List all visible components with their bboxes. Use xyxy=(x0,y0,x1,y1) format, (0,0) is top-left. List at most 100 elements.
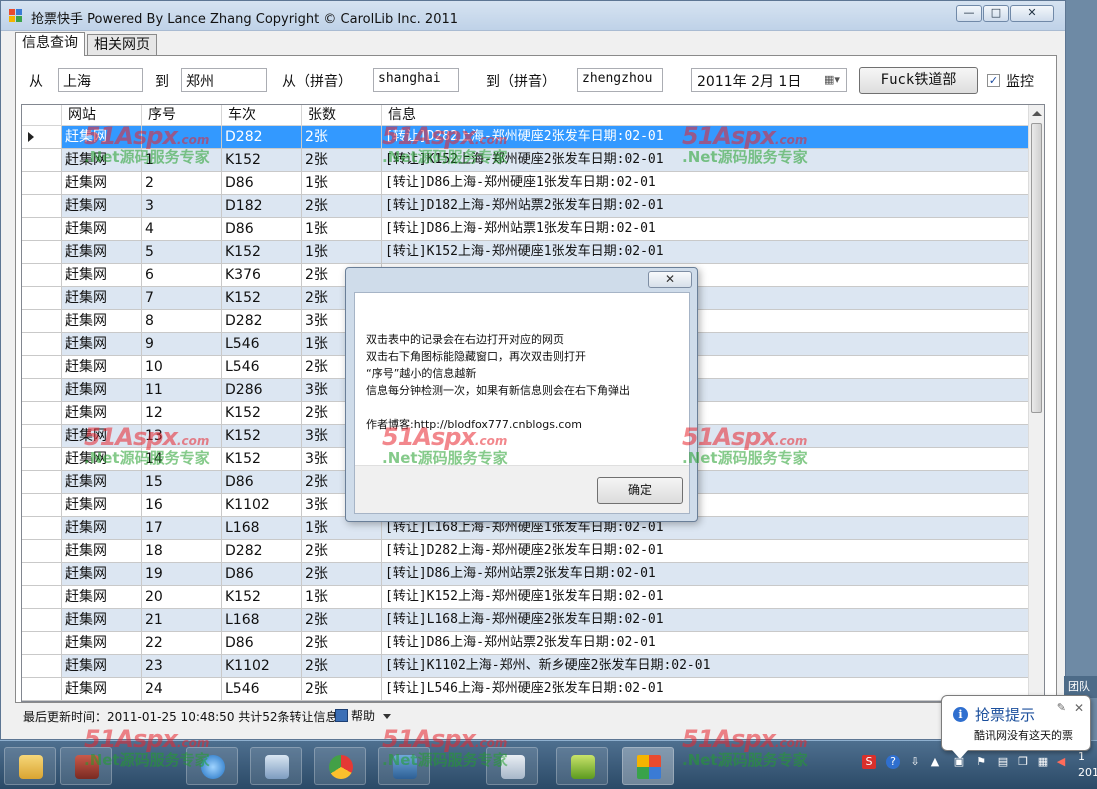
cell-site[interactable]: 赶集网 xyxy=(62,264,142,287)
cell-site[interactable]: 赶集网 xyxy=(62,195,142,218)
cell-info[interactable]: [转让]L168上海-郑州硬座2张发车日期:02-01 xyxy=(382,609,1029,632)
table-row[interactable]: 赶集网 2 D86 1张 [转让]D86上海-郑州硬座1张发车日期:02-01 xyxy=(22,172,1029,195)
cell-seq[interactable]: 9 xyxy=(142,333,222,356)
taskbar-clock[interactable]: 1 201 xyxy=(1078,749,1097,781)
cell-seq[interactable]: 3 xyxy=(142,195,222,218)
row-header[interactable] xyxy=(22,540,62,563)
table-row[interactable]: 赶集网 4 D86 1张 [转让]D86上海-郑州站票1张发车日期:02-01 xyxy=(22,218,1029,241)
row-header[interactable] xyxy=(22,356,62,379)
help-dropdown[interactable]: 帮助 xyxy=(335,707,392,724)
cell-seq[interactable]: 12 xyxy=(142,402,222,425)
dialog-close-button[interactable]: ✕ xyxy=(648,271,692,288)
cell-site[interactable]: 赶集网 xyxy=(62,586,142,609)
row-header[interactable] xyxy=(22,149,62,172)
table-row[interactable]: 赶集网 22 D86 2张 [转让]D86上海-郑州站票2张发车日期:02-01 xyxy=(22,632,1029,655)
cell-train[interactable]: L168 xyxy=(222,517,302,540)
cell-count[interactable]: 2张 xyxy=(302,540,382,563)
cell-site[interactable]: 赶集网 xyxy=(62,678,142,701)
table-row[interactable]: 赶集网 19 D86 2张 [转让]D86上海-郑州站票2张发车日期:02-01 xyxy=(22,563,1029,586)
cell-count[interactable]: 2张 xyxy=(302,632,382,655)
balloon-close-icon[interactable]: ✕ xyxy=(1074,701,1084,715)
cell-seq[interactable]: 4 xyxy=(142,218,222,241)
cell-site[interactable]: 赶集网 xyxy=(62,540,142,563)
cell-info[interactable]: [转让]K152上海-郑州硬座1张发车日期:02-01 xyxy=(382,241,1029,264)
row-header[interactable] xyxy=(22,655,62,678)
cell-site[interactable]: 赶集网 xyxy=(62,356,142,379)
maximize-button[interactable]: □ xyxy=(983,5,1009,22)
cell-count[interactable]: 2张 xyxy=(302,563,382,586)
taskbar-app-8[interactable] xyxy=(556,747,608,785)
cell-train[interactable]: K152 xyxy=(222,448,302,471)
row-header[interactable] xyxy=(22,632,62,655)
cell-train[interactable]: K152 xyxy=(222,402,302,425)
cell-site[interactable]: 赶集网 xyxy=(62,333,142,356)
title-bar[interactable]: 抢票快手 Powered By Lance Zhang Copyright © … xyxy=(1,1,1065,31)
cell-seq[interactable]: 16 xyxy=(142,494,222,517)
cell-count[interactable]: 2张 xyxy=(302,655,382,678)
row-header[interactable] xyxy=(22,494,62,517)
cell-info[interactable]: [转让]D86上海-郑州站票2张发车日期:02-01 xyxy=(382,563,1029,586)
cell-seq[interactable]: 22 xyxy=(142,632,222,655)
cell-seq[interactable]: 11 xyxy=(142,379,222,402)
taskbar-chrome[interactable] xyxy=(314,747,366,785)
cell-info[interactable]: [转让]D86上海-郑州硬座1张发车日期:02-01 xyxy=(382,172,1029,195)
date-picker[interactable]: 2011年 2月 1日 ▦▾ xyxy=(691,68,847,92)
cell-seq[interactable]: 18 xyxy=(142,540,222,563)
cell-train[interactable]: L546 xyxy=(222,356,302,379)
cell-info[interactable]: [转让]K152上海-郑州硬座2张发车日期:02-01 xyxy=(382,149,1029,172)
cell-train[interactable]: L546 xyxy=(222,333,302,356)
row-header[interactable] xyxy=(22,402,62,425)
cell-train[interactable]: K376 xyxy=(222,264,302,287)
close-button[interactable]: ✕ xyxy=(1010,5,1054,22)
cell-seq[interactable]: 17 xyxy=(142,517,222,540)
row-header[interactable] xyxy=(22,678,62,701)
tray-help-icon[interactable]: ? xyxy=(886,755,900,769)
table-row[interactable]: 赶集网 5 K152 1张 [转让]K152上海-郑州硬座1张发车日期:02-01 xyxy=(22,241,1029,264)
cell-seq[interactable]: 7 xyxy=(142,287,222,310)
cell-site[interactable]: 赶集网 xyxy=(62,287,142,310)
cell-seq[interactable]: 6 xyxy=(142,264,222,287)
row-header[interactable] xyxy=(22,586,62,609)
cell-info[interactable]: [转让]D86上海-郑州站票1张发车日期:02-01 xyxy=(382,218,1029,241)
notification-balloon[interactable]: i 抢票提示 ✎ ✕ 酷讯网没有这天的票 xyxy=(941,695,1091,759)
table-row[interactable]: 赶集网 D282 2张 [转让]D282上海-郑州硬座2张发车日期:02-01 xyxy=(22,126,1029,149)
row-header[interactable] xyxy=(22,126,62,149)
cell-count[interactable]: 1张 xyxy=(302,241,382,264)
taskbar-explorer[interactable] xyxy=(4,747,56,785)
tray-network-icon[interactable]: ▦ xyxy=(1036,755,1050,769)
row-header[interactable] xyxy=(22,448,62,471)
cell-train[interactable]: D282 xyxy=(222,126,302,149)
row-header[interactable] xyxy=(22,517,62,540)
cell-train[interactable]: D86 xyxy=(222,632,302,655)
scroll-up-icon[interactable] xyxy=(1032,111,1042,116)
cell-site[interactable]: 赶集网 xyxy=(62,149,142,172)
tray-device-icon[interactable]: ▤ xyxy=(996,755,1010,769)
cell-count[interactable]: 2张 xyxy=(302,149,382,172)
scroll-thumb[interactable] xyxy=(1031,123,1042,413)
cell-seq[interactable]: 23 xyxy=(142,655,222,678)
row-header[interactable] xyxy=(22,563,62,586)
row-header[interactable] xyxy=(22,172,62,195)
cell-count[interactable]: 2张 xyxy=(302,195,382,218)
cell-info[interactable]: [转让]D282上海-郑州硬座2张发车日期:02-01 xyxy=(382,540,1029,563)
cell-seq[interactable]: 20 xyxy=(142,586,222,609)
cell-info[interactable]: [转让]D282上海-郑州硬座2张发车日期:02-01 xyxy=(382,126,1029,149)
row-header[interactable] xyxy=(22,241,62,264)
tab-related-pages[interactable]: 相关网页 xyxy=(87,34,157,56)
cell-site[interactable]: 赶集网 xyxy=(62,172,142,195)
cell-site[interactable]: 赶集网 xyxy=(62,494,142,517)
cell-train[interactable]: D286 xyxy=(222,379,302,402)
settings-icon[interactable]: ✎ xyxy=(1057,701,1066,714)
cell-seq[interactable] xyxy=(142,126,222,149)
cell-seq[interactable]: 21 xyxy=(142,609,222,632)
cell-train[interactable]: K152 xyxy=(222,149,302,172)
cell-seq[interactable]: 24 xyxy=(142,678,222,701)
cell-info[interactable]: [转让]L546上海-郑州硬座2张发车日期:02-01 xyxy=(382,678,1029,701)
table-row[interactable]: 赶集网 21 L168 2张 [转让]L168上海-郑州硬座2张发车日期:02-01 xyxy=(22,609,1029,632)
calendar-icon[interactable]: ▦▾ xyxy=(824,73,842,87)
cell-train[interactable]: D86 xyxy=(222,218,302,241)
cell-train[interactable]: K152 xyxy=(222,425,302,448)
cell-info[interactable]: [转让]K1102上海-郑州、新乡硬座2张发车日期:02-01 xyxy=(382,655,1029,678)
column-header-seq[interactable]: 序号 xyxy=(142,105,222,126)
cell-train[interactable]: K152 xyxy=(222,287,302,310)
